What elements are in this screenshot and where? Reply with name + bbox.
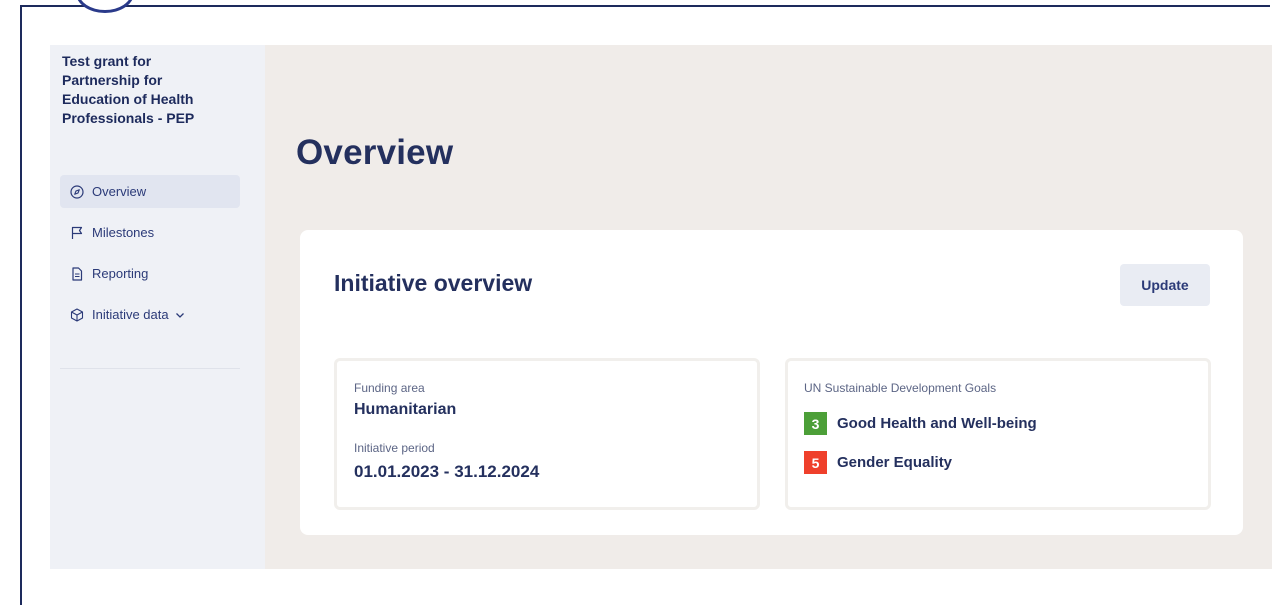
card-title: Initiative overview [334,270,533,296]
sdg-item: 5 Gender Equality [804,451,952,474]
sidebar: Test grant for Partnership for Education… [50,45,265,569]
sdg-name: Gender Equality [837,454,953,471]
sidebar-item-overview[interactable]: Overview [60,175,240,208]
sidebar-item-label: Overview [92,184,147,199]
compass-icon [70,184,84,199]
sdg-number-badge: 5 [804,451,827,474]
sidebar-item-label: Milestones [92,225,155,240]
sidebar-item-label: Reporting [92,266,149,281]
document-icon [70,266,84,281]
sidebar-divider [60,368,240,369]
sdg-item: 3 Good Health and Well-being [804,412,1037,435]
initiative-overview-card: Initiative overview Update Funding area … [300,230,1243,535]
sidebar-item-milestones[interactable]: Milestones [60,216,240,249]
initiative-period-value: 01.01.2023 - 31.12.2024 [354,462,540,481]
sdg-number-badge: 3 [804,412,827,435]
update-button[interactable]: Update [1120,264,1210,306]
sidebar-nav: Overview Milestones Reporting Initiative… [60,175,240,339]
page-title: Overview [296,133,454,172]
sdg-name: Good Health and Well-being [837,415,1037,432]
funding-area-value: Humanitarian [354,401,457,418]
sidebar-item-reporting[interactable]: Reporting [60,257,240,290]
sdg-label: UN Sustainable Development Goals [804,381,997,395]
sdg-info-box: UN Sustainable Development Goals 3 Good … [785,358,1211,510]
chevron-down-icon[interactable] [175,310,185,320]
funding-info-box: Funding area Humanitarian Initiative per… [334,358,760,510]
sidebar-item-label: Initiative data [92,307,169,322]
funding-area-label: Funding area [354,381,425,395]
main-content: Overview Initiative overview Update Fund… [265,45,1272,569]
logo-icon [76,0,134,13]
sidebar-item-initiative-data[interactable]: Initiative data [60,298,240,331]
grant-title: Test grant for Partnership for Education… [62,53,195,126]
cube-icon [70,307,84,322]
flag-icon [70,226,84,240]
initiative-period-label: Initiative period [354,441,435,455]
